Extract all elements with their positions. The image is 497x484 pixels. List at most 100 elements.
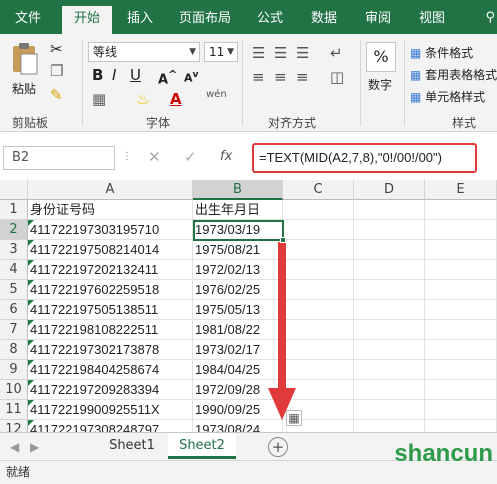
fill-handle[interactable] [280,237,286,243]
row-header[interactable]: 1 [0,200,28,220]
cell-e5[interactable] [425,280,497,300]
row-header[interactable]: 6 [0,300,28,320]
cell-d10[interactable] [354,380,425,400]
cell-b2[interactable]: 1973/03/19 [193,220,283,240]
worksheet-grid[interactable]: A B C D E 1 身份证号码 出生年月日 2 411722197303195710… [0,180,497,432]
cell-e2[interactable] [425,220,497,240]
conditional-format-button[interactable]: ▦ 条件格式 [410,44,473,61]
cell-e7[interactable] [425,320,497,340]
italic-icon[interactable]: I [112,66,116,84]
row-header[interactable]: 9 [0,360,28,380]
tab-view[interactable]: 视图 [410,8,454,34]
select-all-corner[interactable] [0,180,28,200]
row-header[interactable]: 3 [0,240,28,260]
cell-d7[interactable] [354,320,425,340]
row-header[interactable]: 11 [0,400,28,420]
cell-e4[interactable] [425,260,497,280]
tab-formulas[interactable]: 公式 [248,8,292,34]
enter-icon[interactable]: ✓ [184,148,197,166]
cell-d12[interactable] [354,420,425,432]
cell-e6[interactable] [425,300,497,320]
name-box[interactable]: B2 [3,146,115,170]
tab-insert[interactable]: 插入 [118,8,162,34]
tab-page-layout[interactable]: 页面布局 [172,8,238,34]
column-header-c[interactable]: C [283,180,354,200]
cell-e1[interactable] [425,200,497,220]
merge-cells-icon[interactable]: ◫ [330,68,344,86]
row-header[interactable]: 5 [0,280,28,300]
column-header-d[interactable]: D [354,180,425,200]
cell-d1[interactable] [354,200,425,220]
tab-home[interactable]: 开始 [62,6,112,34]
wrap-text-icon[interactable]: ↵ [330,44,343,62]
border-icon[interactable]: ▦ [92,90,106,108]
cell-c1[interactable] [283,200,354,220]
cell-d9[interactable] [354,360,425,380]
cell-d2[interactable] [354,220,425,240]
cell-d11[interactable] [354,400,425,420]
align-center-icon[interactable]: ≡ [274,68,287,86]
cell-d5[interactable] [354,280,425,300]
sheet-tab-sheet2[interactable]: Sheet2 [168,433,236,459]
cut-icon[interactable]: ✂ [50,40,63,58]
tab-data[interactable]: 数据 [302,8,346,34]
add-sheet-icon[interactable]: + [268,437,288,457]
cell-d6[interactable] [354,300,425,320]
cell-e10[interactable] [425,380,497,400]
next-sheet-icon[interactable]: ▶ [30,438,39,456]
align-top-icon[interactable]: ☰ [252,44,265,62]
cell-a1[interactable]: 身份证号码 [28,200,193,220]
paste-button[interactable]: 粘贴 [12,80,36,97]
cell-a8[interactable]: 411722197302173878 [28,340,193,360]
tab-review[interactable]: 审阅 [356,8,400,34]
percent-icon[interactable]: % [366,42,396,72]
cell-a5[interactable]: 411722197602259518 [28,280,193,300]
number-format-button[interactable]: 数字 [368,76,392,93]
paste-icon[interactable] [10,42,40,76]
cell-e8[interactable] [425,340,497,360]
cell-styles-button[interactable]: ▦ 单元格样式 [410,88,485,105]
font-name-select[interactable]: 等线 ▼ [88,42,200,62]
cell-e9[interactable] [425,360,497,380]
increase-font-icon[interactable]: A^ [158,66,177,89]
kebab-icon[interactable]: ⋮ [122,148,132,166]
cell-e12[interactable] [425,420,497,432]
cell-c2[interactable] [283,220,354,240]
column-header-b[interactable]: B [193,180,283,200]
copy-icon[interactable]: ❐ [50,62,63,80]
cell-a11[interactable]: 41172219900925511X [28,400,193,420]
row-header[interactable]: 12 [0,420,28,432]
fill-color-icon[interactable]: ♨ [136,90,149,108]
cancel-icon[interactable]: ✕ [148,148,161,166]
row-header[interactable]: 8 [0,340,28,360]
cell-a3[interactable]: 411722197508214014 [28,240,193,260]
insert-function-icon[interactable]: fx [220,148,232,166]
font-size-select[interactable]: 11 ▼ [204,42,238,62]
tab-file[interactable]: 文件 [6,8,50,34]
autofill-options-icon[interactable]: ▦ [286,410,302,426]
column-header-e[interactable]: E [425,180,497,200]
format-as-table-button[interactable]: ▦ 套用表格格式 [410,66,497,83]
row-header[interactable]: 4 [0,260,28,280]
align-middle-icon[interactable]: ☰ [274,44,287,62]
align-right-icon[interactable]: ≡ [296,68,309,86]
cell-b1[interactable]: 出生年月日 [193,200,283,220]
decrease-font-icon[interactable]: Av [184,66,198,88]
bold-icon[interactable]: B [92,66,103,84]
align-left-icon[interactable]: ≡ [252,68,265,86]
formula-input[interactable]: =TEXT(MID(A2,7,8),"0!/00!/00") [252,143,477,173]
cell-d4[interactable] [354,260,425,280]
format-painter-icon[interactable]: ✎ [50,86,63,104]
sheet-tab-sheet1[interactable]: Sheet1 [100,433,164,459]
lightbulb-icon[interactable]: ⚲ [485,10,495,25]
cell-a12[interactable]: 411722197308248797 [28,420,193,432]
row-header[interactable]: 7 [0,320,28,340]
column-header-a[interactable]: A [28,180,193,200]
row-header[interactable]: 2 [0,220,28,240]
underline-icon[interactable]: U [130,66,141,84]
row-header[interactable]: 10 [0,380,28,400]
cell-d3[interactable] [354,240,425,260]
cell-d8[interactable] [354,340,425,360]
cell-a2[interactable]: 411722197303195710 [28,220,193,240]
cell-a9[interactable]: 411722198404258674 [28,360,193,380]
